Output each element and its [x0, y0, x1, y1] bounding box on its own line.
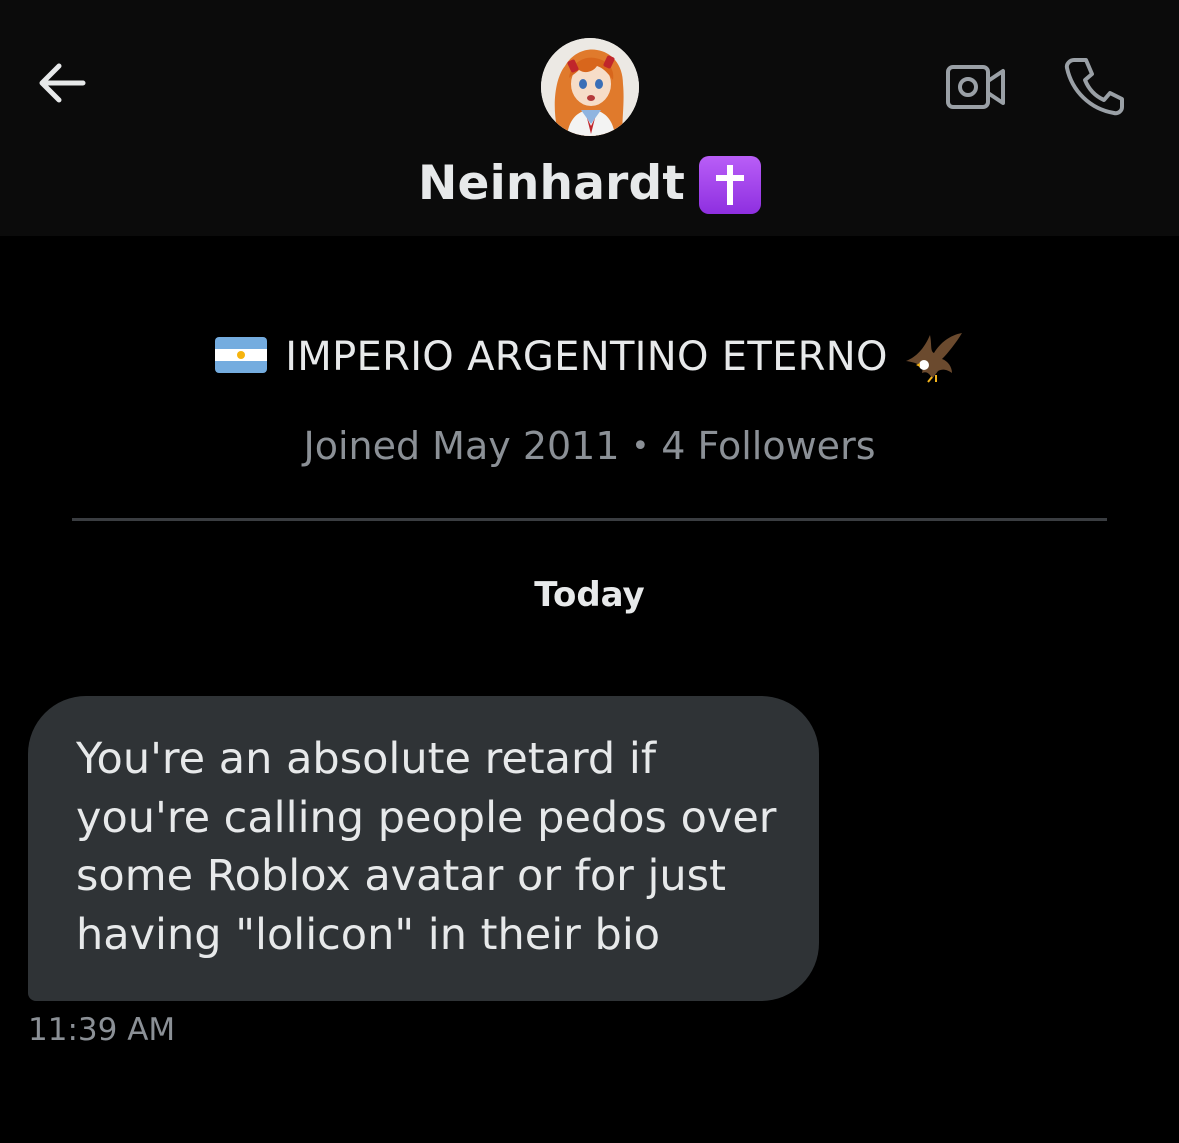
day-separator: Today — [534, 575, 645, 615]
voice-call-button[interactable] — [1056, 50, 1132, 126]
bio-text: IMPERIO ARGENTINO ETERNO — [285, 334, 888, 380]
contact-avatar[interactable] — [541, 38, 639, 136]
message-text: You're an absolute retard if you're call… — [76, 734, 777, 960]
followers-count[interactable]: 4 Followers — [661, 424, 875, 468]
profile-bio: IMPERIO ARGENTINO ETERNO — [0, 326, 1179, 388]
arrow-left-icon — [33, 61, 89, 109]
argentina-flag-icon — [215, 337, 268, 377]
eagle-icon — [902, 327, 964, 387]
video-call-button[interactable] — [936, 54, 1016, 124]
conversation-header: Neinhardt — [0, 0, 1179, 236]
contact-title: Neinhardt — [0, 150, 1179, 216]
joined-date: Joined May 2011 — [303, 424, 620, 468]
back-button[interactable] — [26, 50, 96, 120]
profile-meta: Joined May 2011 • 4 Followers — [0, 418, 1179, 474]
contact-name: Neinhardt — [417, 155, 686, 211]
video-camera-icon — [945, 61, 1007, 117]
divider — [72, 518, 1107, 521]
message-bubble[interactable]: You're an absolute retard if you're call… — [28, 696, 819, 1001]
phone-icon — [1062, 54, 1126, 122]
message-timestamp: 11:39 AM — [28, 1012, 176, 1048]
meta-separator: • — [631, 428, 650, 464]
latin-cross-icon — [699, 156, 762, 214]
